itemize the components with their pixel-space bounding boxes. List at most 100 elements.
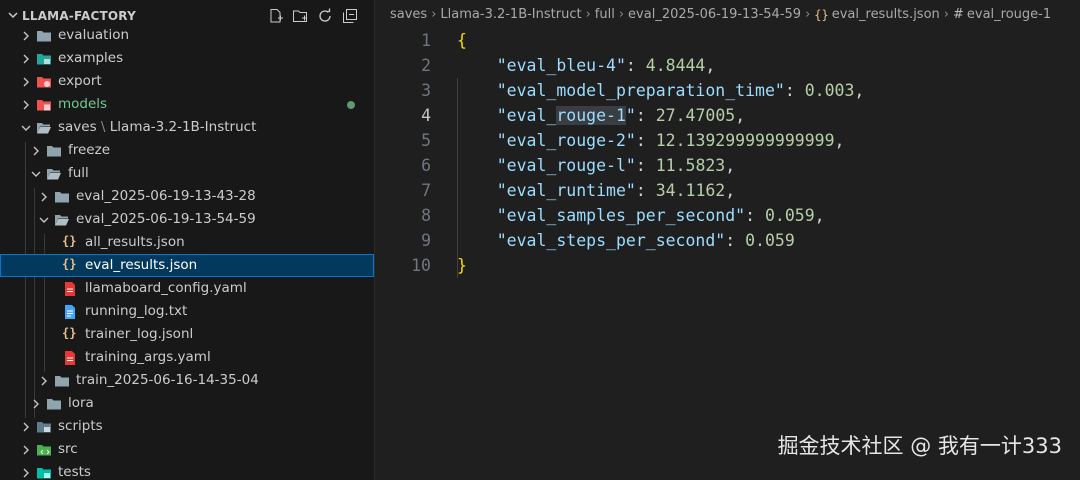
explorer-root-title[interactable]: LLAMA-FACTORY: [22, 9, 136, 23]
tree-item-label: eval_results.json: [85, 257, 198, 273]
tree-item-full[interactable]: full: [0, 162, 374, 185]
code-line[interactable]: 7 "eval_runtime": 34.1162,: [375, 178, 1080, 203]
tree-item-export[interactable]: export: [0, 70, 374, 93]
tree-item-file-selected[interactable]: {} eval_results.json: [0, 254, 374, 277]
word-highlight: rouge-1: [556, 106, 626, 125]
tree-item-models[interactable]: models: [0, 93, 374, 116]
tree-item-label: training_args.yaml: [85, 349, 211, 365]
json-file-icon: {}: [62, 326, 77, 340]
json-file-icon: {}: [814, 7, 829, 22]
code-line-active[interactable]: 4 "eval_rouge-1": 27.47005,: [375, 103, 1080, 128]
tree-item-eval-folder[interactable]: eval_2025-06-19-13-54-59: [0, 208, 374, 231]
chevron-right-icon: [23, 100, 29, 110]
json-value: 27.47005: [655, 106, 736, 125]
tree-item-tests[interactable]: tests: [0, 461, 374, 480]
tree-item-freeze[interactable]: freeze: [0, 139, 374, 162]
tree-item-evaluation[interactable]: evaluation: [0, 24, 374, 47]
editor-pane: saves › Llama-3.2-1B-Instruct › full › eval_20…: [375, 0, 1080, 480]
code-line[interactable]: 9 "eval_steps_per_second": 0.059: [375, 228, 1080, 253]
code-line[interactable]: 5 "eval_rouge-2": 12.139299999999999,: [375, 128, 1080, 153]
line-number: 7: [421, 181, 431, 200]
tree-item-eval-folder[interactable]: eval_2025-06-19-13-43-28: [0, 185, 374, 208]
tree-item-label: llamaboard_config.yaml: [85, 280, 247, 296]
breadcrumb-item[interactable]: eval_2025-06-19-13-54-59: [628, 7, 801, 22]
chevron-down-icon[interactable]: [6, 8, 20, 22]
tree-item-file[interactable]: {} all_results.json: [0, 231, 374, 254]
yaml-file-icon: [65, 282, 75, 296]
collapse-all-icon[interactable]: [342, 8, 358, 24]
tree-item-label: eval_2025-06-19-13-43-28: [76, 188, 256, 204]
tree-item-scripts[interactable]: scripts: [0, 415, 374, 438]
breadcrumb-item[interactable]: eval_rouge-1: [967, 7, 1051, 22]
code-line[interactable]: 2 "eval_bleu-4": 4.8444,: [375, 53, 1080, 78]
close-brace: }: [457, 256, 467, 275]
json-key: "eval_runtime": [496, 181, 636, 200]
tree-item-label: all_results.json: [85, 234, 185, 250]
code-line[interactable]: 1 {: [375, 28, 1080, 53]
new-file-icon[interactable]: [268, 8, 284, 24]
chevron-right-icon: [23, 422, 29, 432]
json-key: "eval_steps_per_second": [496, 231, 726, 250]
breadcrumb-item[interactable]: full: [595, 7, 615, 22]
breadcrumb: saves › Llama-3.2-1B-Instruct › full › eval_20…: [390, 7, 1051, 27]
json-key: "eval_rouge-2": [496, 131, 636, 150]
json-key: "eval_model_preparation_time": [496, 81, 785, 100]
tree-item-file[interactable]: training_args.yaml: [0, 346, 374, 369]
tree-item-file[interactable]: llamaboard_config.yaml: [0, 277, 374, 300]
chevron-right-icon: [23, 77, 29, 87]
tree-item-saves[interactable]: saves \ Llama-3.2-1B-Instruct: [0, 116, 374, 139]
chevron-right-icon: [23, 445, 29, 455]
line-number: 3: [421, 81, 431, 100]
tree-item-label: src: [58, 441, 78, 457]
chevron-right-icon: [23, 31, 29, 41]
chevron-right-icon: ›: [943, 7, 949, 22]
tree-item-file[interactable]: running_log.txt: [0, 300, 374, 323]
breadcrumb-item[interactable]: eval_results.json: [832, 7, 940, 22]
tree-item-label: trainer_log.jsonl: [85, 326, 194, 342]
code-line[interactable]: 10 }: [375, 253, 1080, 278]
tree-item-label: full: [68, 165, 89, 181]
new-folder-icon[interactable]: [292, 8, 308, 24]
code-line[interactable]: 6 "eval_rouge-l": 11.5823,: [375, 153, 1080, 178]
chevron-right-icon: ›: [618, 7, 625, 22]
modified-indicator-dot: [347, 101, 355, 109]
tree-item-label: export: [58, 73, 102, 89]
chevron-right-icon: [33, 146, 39, 156]
chevron-right-icon: [41, 376, 47, 386]
tree-item-label: tests: [58, 464, 91, 480]
yaml-file-icon: [65, 351, 75, 365]
tree-item-src[interactable]: src: [0, 438, 374, 461]
chevron-down-icon: [31, 171, 41, 177]
json-value: 11.5823: [655, 156, 726, 175]
json-key: "eval_bleu-4": [496, 56, 626, 75]
line-number: 8: [421, 206, 431, 225]
tree-item-train-folder[interactable]: train_2025-06-16-14-35-04: [0, 369, 374, 392]
json-key: "eval_rouge-l": [496, 156, 636, 175]
code-line[interactable]: 3 "eval_model_preparation_time": 0.003,: [375, 78, 1080, 103]
tree-item-label: train_2025-06-16-14-35-04: [76, 372, 259, 388]
chevron-right-icon: [23, 54, 29, 64]
json-value: 34.1162: [655, 181, 726, 200]
symbol-key-icon: #: [952, 7, 964, 22]
chevron-down-icon: [21, 125, 31, 131]
breadcrumb-item[interactable]: saves: [390, 7, 427, 22]
breadcrumb-item[interactable]: Llama-3.2-1B-Instruct: [440, 7, 581, 22]
line-number: 2: [421, 56, 431, 75]
refresh-icon[interactable]: [317, 8, 333, 24]
folder-src-icon: [37, 445, 51, 456]
line-number: 1: [421, 31, 431, 50]
json-value: 0.059: [745, 231, 795, 250]
folder-models-icon: [37, 100, 51, 111]
folder-icon: [47, 146, 61, 157]
tree-item-file[interactable]: {} trainer_log.jsonl: [0, 323, 374, 346]
tree-item-lora[interactable]: lora: [0, 392, 374, 415]
folder-examples-icon: [37, 54, 51, 65]
json-key: "eval_samples_per_second": [496, 206, 746, 225]
line-number: 4: [421, 106, 431, 125]
tree-item-label: examples: [58, 50, 124, 66]
json-file-icon: {}: [62, 257, 77, 271]
json-value: 12.139299999999999: [655, 131, 835, 150]
folder-open-icon: [55, 215, 69, 226]
tree-item-examples[interactable]: examples: [0, 47, 374, 70]
code-line[interactable]: 8 "eval_samples_per_second": 0.059,: [375, 203, 1080, 228]
